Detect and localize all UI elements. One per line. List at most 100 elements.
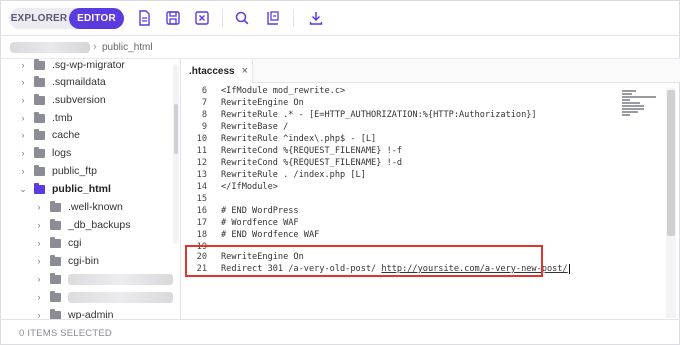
line-text: RewriteRule . /index.php [L] <box>221 170 366 180</box>
chevron-right-icon[interactable]: › <box>34 256 44 266</box>
tab-htaccess[interactable]: .htaccess × <box>181 59 253 83</box>
folder-icon <box>34 111 45 123</box>
line-text: <IfModule mod_rewrite.c> <box>221 86 346 96</box>
chevron-down-icon[interactable]: ⌄ <box>18 184 28 195</box>
line-number: 8 <box>201 110 207 120</box>
breadcrumb-root-redacted[interactable] <box>10 42 90 53</box>
line-number: 13 <box>196 170 207 180</box>
code-editor: .htaccess × 6 <IfModule mod_rewrite.c> 7 R… <box>181 59 680 319</box>
tree-item[interactable]: › .tmb <box>18 109 72 127</box>
chevron-right-icon[interactable]: › <box>18 60 28 70</box>
tree-item[interactable]: › .subversion <box>18 91 106 109</box>
save-icon[interactable] <box>164 9 182 27</box>
close-icon[interactable]: × <box>242 65 248 77</box>
chevron-right-icon[interactable]: › <box>34 310 44 319</box>
chevron-right-icon[interactable]: › <box>18 95 28 105</box>
chevron-right-icon[interactable]: › <box>18 113 28 123</box>
chevron-right-icon[interactable]: › <box>34 220 44 230</box>
chevron-right-icon[interactable]: › <box>34 238 44 248</box>
chevron-right-icon[interactable]: › <box>18 130 28 140</box>
file-tree: › .sg-wp-migrator › .sqmaildata › .subversi… <box>0 59 181 319</box>
tree-item-redacted[interactable]: › <box>34 270 173 288</box>
chevron-right-icon[interactable]: › <box>18 166 28 176</box>
chevron-right-icon: › <box>93 41 97 53</box>
code-area[interactable]: 6 <IfModule mod_rewrite.c> 7 RewriteEngine… <box>181 85 651 319</box>
tab-label: .htaccess <box>189 65 235 77</box>
folder-icon <box>50 218 61 230</box>
line-text: RewriteEngine On <box>221 98 304 108</box>
line-text: RewriteRule .* - [E=HTTP_AUTHORIZATION:%… <box>221 110 537 120</box>
line-text: RewriteRule ^index\.php$ - [L] <box>221 134 377 144</box>
tree-item[interactable]: › wp-admin <box>34 306 114 319</box>
search-icon[interactable] <box>233 9 251 27</box>
new-file-icon[interactable] <box>135 9 153 27</box>
tree-item[interactable]: › _db_backups <box>34 216 130 234</box>
folder-icon <box>50 290 61 302</box>
line-number: 17 <box>196 218 207 228</box>
text-cursor <box>568 263 570 274</box>
close-file-icon[interactable] <box>193 9 211 27</box>
highlight-box <box>185 245 543 277</box>
tree-item[interactable]: › .well-known <box>34 198 123 216</box>
line-number: 11 <box>196 146 207 156</box>
line-text: RewriteCond %{REQUEST_FILENAME} !-f <box>221 146 403 156</box>
line-text: # END WordPress <box>221 206 299 216</box>
selection-status: 0 ITEMS SELECTED <box>19 328 112 339</box>
tree-item[interactable]: › cgi <box>34 234 81 252</box>
folder-icon <box>34 146 45 158</box>
line-number: 14 <box>196 182 207 192</box>
line-text: # END Wordfence WAF <box>221 230 320 240</box>
line-text: </IfModule> <box>221 182 278 192</box>
explorer-tab[interactable]: EXPLORER <box>9 8 69 29</box>
chevron-right-icon[interactable]: › <box>18 148 28 158</box>
editor-scrollbar-thumb[interactable] <box>667 90 675 236</box>
folder-icon <box>50 236 61 248</box>
editor-tab[interactable]: EDITOR <box>69 8 124 29</box>
folder-icon <box>34 75 45 87</box>
folder-icon <box>34 128 45 140</box>
line-number: 12 <box>196 158 207 168</box>
breadcrumb-current[interactable]: public_html <box>102 42 153 53</box>
chevron-right-icon[interactable]: › <box>34 292 44 302</box>
folder-icon <box>34 93 45 105</box>
tree-item-redacted[interactable]: › <box>34 288 173 306</box>
tree-item[interactable]: › cgi-bin <box>34 252 99 270</box>
line-number: 18 <box>196 230 207 240</box>
tree-item[interactable]: › .sqmaildata <box>18 73 106 91</box>
editor-minimap[interactable] <box>622 90 658 118</box>
breadcrumb: › public_html <box>0 37 680 59</box>
line-text: # Wordfence WAF <box>221 218 299 228</box>
line-number: 9 <box>201 122 207 132</box>
tree-item[interactable]: › cache <box>18 126 80 144</box>
tree-item-public-html[interactable]: ⌄ public_html <box>18 180 111 198</box>
line-text: RewriteCond %{REQUEST_FILENAME} !-d <box>221 158 403 168</box>
chevron-right-icon[interactable]: › <box>18 77 28 87</box>
tree-item[interactable]: › public_ftp <box>18 162 97 180</box>
line-number: 15 <box>196 194 207 204</box>
download-icon[interactable] <box>307 9 325 27</box>
chevron-right-icon[interactable]: › <box>34 202 44 212</box>
tree-scrollbar-thumb[interactable] <box>174 104 178 154</box>
line-number: 10 <box>196 134 207 144</box>
folder-icon <box>50 308 61 319</box>
line-number: 16 <box>196 206 207 216</box>
tree-item[interactable]: › logs <box>18 144 71 162</box>
replace-icon[interactable] <box>264 9 282 27</box>
line-number: 6 <box>201 86 207 96</box>
tree-item[interactable]: › .sg-wp-migrator <box>18 59 125 74</box>
folder-icon <box>50 200 61 212</box>
toolbar-divider <box>293 9 294 27</box>
folder-icon <box>34 59 45 70</box>
redacted-label <box>68 273 173 285</box>
folder-icon <box>34 164 45 176</box>
toolbar-divider <box>222 9 223 27</box>
status-bar: 0 ITEMS SELECTED <box>0 319 680 345</box>
line-number: 7 <box>201 98 207 108</box>
editor-tabbar: .htaccess × <box>181 59 680 83</box>
toolbar: EXPLORER EDITOR <box>0 0 680 36</box>
chevron-right-icon[interactable]: › <box>34 274 44 284</box>
folder-icon <box>50 272 61 284</box>
line-text: RewriteBase / <box>221 122 289 132</box>
tree-scrollbar-track[interactable] <box>173 64 179 244</box>
folder-icon <box>50 254 61 266</box>
